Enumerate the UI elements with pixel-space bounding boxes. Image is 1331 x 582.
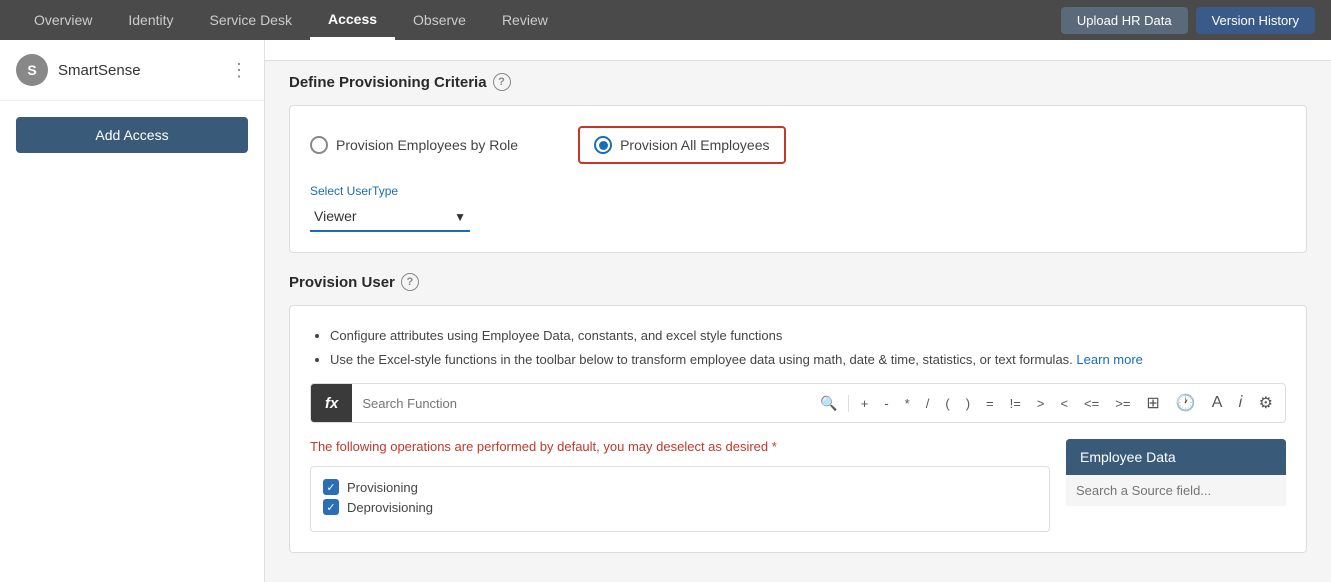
radio-label-all-employees: Provision All Employees	[620, 137, 769, 153]
employee-data-panel: Employee Data	[1066, 439, 1286, 532]
nav-actions: Upload HR Data Version History	[1061, 7, 1315, 34]
radio-option-all-employees[interactable]: Provision All Employees	[578, 126, 785, 164]
checkbox-deprovisioning: Deprovisioning	[323, 499, 1037, 515]
op-not-equals[interactable]: !=	[1004, 392, 1027, 415]
fx-toolbar: fx 🔍 + - * / ( ) =	[310, 383, 1286, 423]
search-icon: 🔍	[820, 395, 837, 412]
checkbox-deprovisioning-label: Deprovisioning	[347, 500, 433, 515]
nav-observe[interactable]: Observe	[395, 0, 484, 40]
ops-description: The following operations are performed b…	[310, 439, 1050, 454]
op-divide[interactable]: /	[920, 392, 936, 415]
provision-user-title: Provision User ?	[289, 273, 1307, 291]
employee-data-search-input[interactable]	[1076, 483, 1276, 498]
fx-operators: + - * / ( ) = != > < <= >= ⊞	[849, 389, 1285, 417]
fx-badge: fx	[311, 384, 352, 422]
select-usertype-container: Select UserType Viewer Editor Admin ▼	[310, 184, 1286, 232]
provision-user-section: Provision User ? Configure attributes us…	[289, 273, 1307, 553]
select-usertype-wrapper: Viewer Editor Admin ▼	[310, 202, 470, 232]
define-provisioning-card: Provision Employees by Role Provision Al…	[289, 105, 1307, 253]
fx-search-input[interactable]	[362, 396, 814, 411]
op-less[interactable]: <	[1054, 392, 1074, 415]
op-greater[interactable]: >	[1031, 392, 1051, 415]
settings-icon[interactable]: ⚙	[1253, 389, 1279, 417]
upload-hr-button[interactable]: Upload HR Data	[1061, 7, 1188, 34]
op-minus[interactable]: -	[878, 392, 894, 415]
op-greater-equals[interactable]: >=	[1109, 392, 1136, 415]
add-access-button[interactable]: Add Access	[16, 117, 248, 153]
op-plus[interactable]: +	[855, 392, 875, 415]
provision-user-help-icon[interactable]: ?	[401, 273, 419, 291]
sidebar-menu-icon[interactable]: ⋮	[230, 60, 248, 81]
sidebar-content: Add Access	[0, 101, 264, 169]
provision-user-bullets: Configure attributes using Employee Data…	[310, 326, 1286, 369]
checkbox-provisioning: Provisioning	[323, 479, 1037, 495]
ops-required-marker: *	[772, 439, 777, 454]
radio-circle-by-role	[310, 136, 328, 154]
radio-label-by-role: Provision Employees by Role	[336, 137, 518, 153]
nav-identity[interactable]: Identity	[110, 0, 191, 40]
define-provisioning-title: Define Provisioning Criteria ?	[289, 73, 1307, 91]
employee-data-header: Employee Data	[1066, 439, 1286, 475]
sidebar-header: S SmartSense ⋮	[0, 40, 264, 101]
operations-left: The following operations are performed b…	[310, 439, 1050, 532]
clock-icon[interactable]: 🕐	[1170, 389, 1202, 417]
sidebar-logo: S	[16, 54, 48, 86]
select-usertype-label: Select UserType	[310, 184, 1286, 198]
checkbox-provisioning-box[interactable]	[323, 479, 339, 495]
fx-search-area: 🔍	[352, 395, 848, 412]
op-equals[interactable]: =	[980, 392, 1000, 415]
info-icon[interactable]: 𝑖	[1232, 390, 1248, 416]
op-multiply[interactable]: *	[899, 392, 916, 415]
grid-icon[interactable]: ⊞	[1140, 389, 1165, 417]
bullet-2: Use the Excel-style functions in the too…	[330, 350, 1286, 370]
nav-overview[interactable]: Overview	[16, 0, 110, 40]
nav-review[interactable]: Review	[484, 0, 566, 40]
select-usertype[interactable]: Viewer Editor Admin	[310, 202, 470, 232]
op-close-paren[interactable]: )	[960, 392, 976, 415]
main-content: Define Provisioning Criteria ? Provision…	[265, 40, 1331, 582]
operations-row: The following operations are performed b…	[310, 439, 1286, 532]
checkbox-deprovisioning-box[interactable]	[323, 499, 339, 515]
version-history-button[interactable]: Version History	[1196, 7, 1315, 34]
bullet-1: Configure attributes using Employee Data…	[330, 326, 1286, 346]
define-provisioning-help-icon[interactable]: ?	[493, 73, 511, 91]
sidebar: S SmartSense ⋮ Add Access	[0, 40, 265, 582]
nav-items: Overview Identity Service Desk Access Ob…	[16, 0, 1061, 40]
learn-more-link[interactable]: Learn more	[1076, 352, 1142, 367]
main-inner: Define Provisioning Criteria ? Provision…	[265, 61, 1331, 582]
top-strip	[265, 40, 1331, 61]
nav-service-desk[interactable]: Service Desk	[192, 0, 310, 40]
top-navigation: Overview Identity Service Desk Access Ob…	[0, 0, 1331, 40]
op-less-equals[interactable]: <=	[1078, 392, 1105, 415]
main-layout: S SmartSense ⋮ Add Access Define Provisi…	[0, 40, 1331, 582]
text-icon[interactable]: A	[1206, 390, 1229, 416]
employee-data-container: Employee Data	[1066, 439, 1286, 506]
checkbox-provisioning-label: Provisioning	[347, 480, 418, 495]
ops-list-card: Provisioning Deprovisioning	[310, 466, 1050, 532]
define-provisioning-section: Define Provisioning Criteria ? Provision…	[289, 73, 1307, 253]
employee-data-search-area	[1066, 475, 1286, 506]
provision-user-card: Configure attributes using Employee Data…	[289, 305, 1307, 553]
op-open-paren[interactable]: (	[939, 392, 955, 415]
sidebar-app-name: SmartSense	[58, 62, 230, 79]
nav-access[interactable]: Access	[310, 0, 395, 40]
radio-options-row: Provision Employees by Role Provision Al…	[310, 126, 1286, 164]
radio-option-by-role[interactable]: Provision Employees by Role	[310, 136, 518, 154]
radio-circle-all-employees	[594, 136, 612, 154]
